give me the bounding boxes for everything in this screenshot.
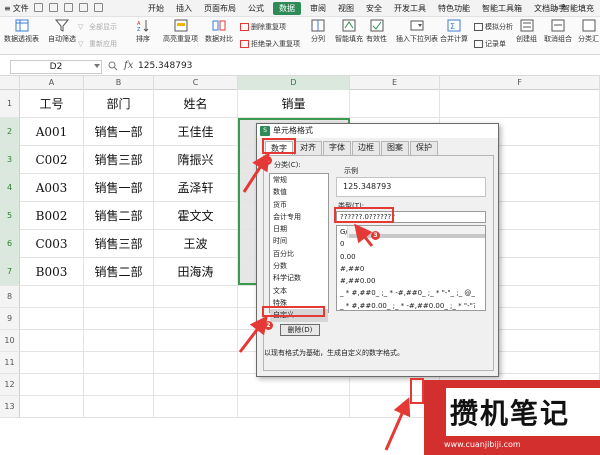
watermark-text: 攒机笔记 (450, 397, 571, 430)
arrow-to-custom-category (238, 315, 268, 353)
arrow-to-number-tab (242, 152, 270, 193)
arrow-to-type-input (354, 223, 374, 247)
watermark-panel: 攒机笔记 (446, 388, 600, 436)
watermark-url: www.cuanjibiji.com (444, 440, 521, 449)
watermark-logo: 攒机笔记 www.cuanjibiji.com (424, 380, 600, 455)
arrow-to-ok-button (384, 397, 411, 451)
